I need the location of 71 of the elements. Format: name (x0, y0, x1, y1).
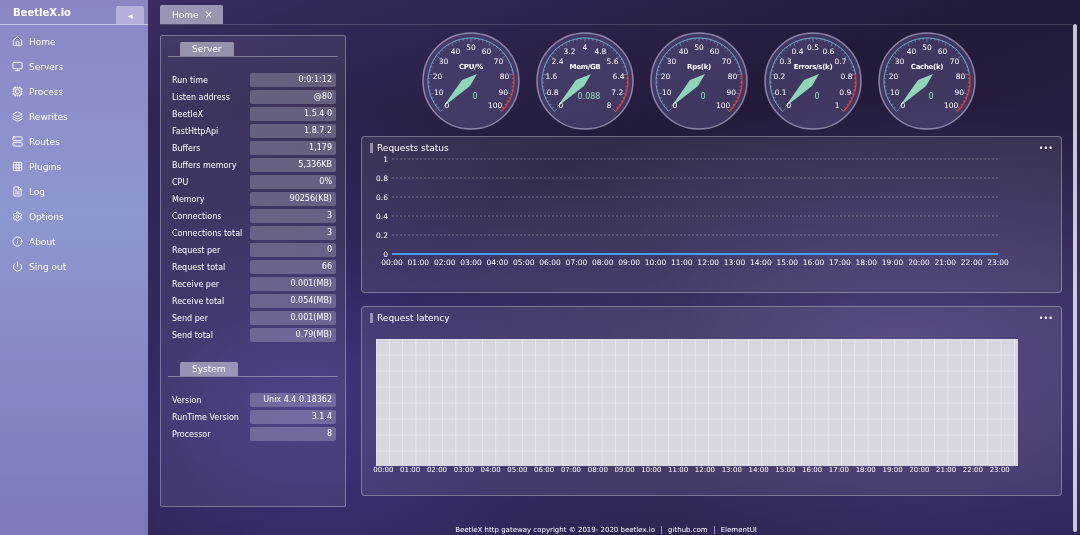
gauge-reading: 0.088 (577, 92, 601, 101)
info-label: Request total (172, 262, 226, 272)
settings-icon (12, 211, 23, 222)
info-value: 3 (250, 209, 336, 223)
info-label: Send total (172, 330, 213, 340)
info-label: Receive total (172, 296, 225, 306)
info-label: Buffers memory (172, 160, 237, 170)
info-label: Memory (172, 194, 205, 204)
monitor-icon (12, 61, 23, 72)
info-label: CPU (172, 177, 189, 187)
document-icon (12, 186, 23, 197)
sidebar-item[interactable]: Home (0, 29, 148, 54)
gauge-reading: 0 (700, 92, 706, 101)
info-label: FastHttpApi (172, 126, 219, 136)
power-icon (12, 261, 23, 272)
info-value: 0.054(MB) (250, 294, 336, 308)
info-value: 0% (250, 175, 336, 189)
more-icon[interactable]: ••• (1038, 313, 1053, 323)
info-label: Run time (172, 75, 208, 85)
info-value: 3.1.4 (250, 410, 336, 424)
info-value: 0.79(MB) (250, 328, 336, 342)
sidebar-item[interactable]: About (0, 229, 148, 254)
info-icon (12, 236, 23, 247)
brand-logo-text: BeetleX.io (13, 7, 71, 20)
server-icon (12, 136, 23, 147)
info-label: Connections (172, 211, 222, 221)
info-label: BeetleX (172, 109, 204, 119)
close-icon[interactable]: × (204, 9, 213, 20)
info-value: Unix 4.4.0.18362 (250, 393, 336, 407)
gauge-reading: 0 (928, 92, 934, 101)
info-value: 66 (250, 260, 336, 274)
chip-icon (12, 86, 23, 97)
info-value: 0.001(MB) (250, 277, 336, 291)
info-label: Processor (172, 429, 211, 439)
gauge-reading: 0 (472, 92, 478, 101)
info-value: 1.5.4.0 (250, 107, 336, 121)
info-value: 5,336KB (250, 158, 336, 172)
info-label: Listen address (172, 92, 230, 102)
card-title: Requests status (370, 143, 449, 153)
info-label: Send per (172, 313, 208, 323)
layers-icon (12, 111, 23, 122)
info-value: 0.001(MB) (250, 311, 336, 325)
sidebar-item[interactable]: Plugins (0, 154, 148, 179)
card-title: Request latency (370, 313, 450, 323)
info-label: Receive per (172, 279, 220, 289)
info-value: 1.8.7.2 (250, 124, 336, 138)
sidebar-item[interactable]: Rewrites (0, 104, 148, 129)
info-value: 90256(KB) (250, 192, 336, 206)
sidebar-item[interactable]: Servers (0, 54, 148, 79)
scrollbar[interactable] (1073, 24, 1077, 532)
grid-icon (12, 161, 23, 172)
info-label: Request per (172, 245, 221, 255)
info-label: RunTime Version (172, 412, 239, 422)
gauge-reading: 0 (814, 92, 820, 101)
sidebar-item[interactable]: Options (0, 204, 148, 229)
home-icon (12, 36, 23, 47)
info-value: 1,179 (250, 141, 336, 155)
more-icon[interactable]: ••• (1038, 143, 1053, 153)
info-value: 0 (250, 243, 336, 257)
sidebar-item[interactable]: Process (0, 79, 148, 104)
info-label: Connections total (172, 228, 243, 238)
sidebar-item[interactable]: Log (0, 179, 148, 204)
info-value: @80 (250, 90, 336, 104)
sidebar-item[interactable]: Sing out (0, 254, 148, 279)
sidebar-item[interactable]: Routes (0, 129, 148, 154)
info-label: Version (172, 395, 202, 405)
info-label: Buffers (172, 143, 201, 153)
tab[interactable]: Home × (160, 5, 223, 24)
info-value: 8 (250, 427, 336, 441)
info-value: 0:0:1:12 (250, 73, 336, 87)
info-value: 3 (250, 226, 336, 240)
